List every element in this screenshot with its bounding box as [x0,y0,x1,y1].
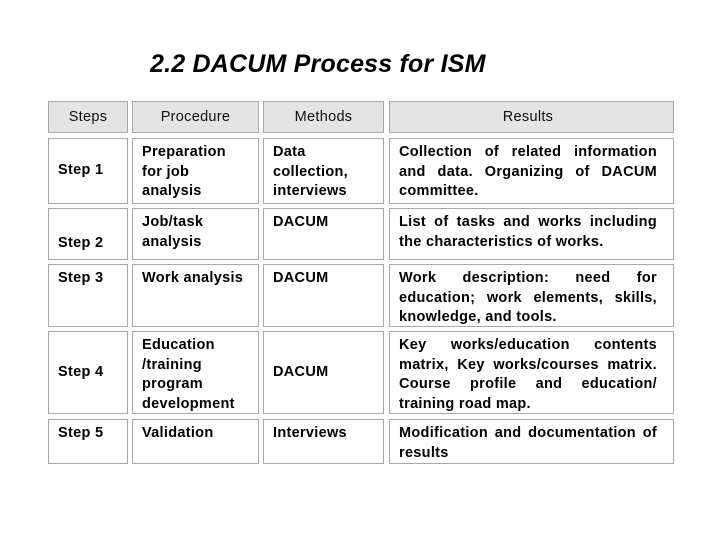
methods-cell: DACUM [263,208,384,260]
step-cell: Step 3 [48,264,128,327]
methods-cell: DACUM [263,331,384,414]
procedure-cell: Work analysis [132,264,259,327]
step-cell: Step 4 [48,331,128,414]
procedure-cell: Validation [132,419,259,464]
slide-title: 2.2 DACUM Process for ISM [150,50,486,78]
procedure-cell: Job/task analysis [132,208,259,260]
methods-label: DACUM [273,363,329,380]
header-procedure: Procedure [132,101,259,133]
procedure-cell: Education /training program development [132,331,259,414]
step-cell: Step 2 [48,208,128,260]
step-label: Step 4 [58,363,104,380]
results-cell: Key works/education contents matrix, Key… [389,331,674,414]
step-cell: Step 5 [48,419,128,464]
methods-cell: Interviews [263,419,384,464]
header-methods: Methods [263,101,384,133]
results-cell: Modification and documentation of result… [389,419,674,464]
step-label: Step 2 [58,234,104,251]
header-steps: Steps [48,101,128,133]
header-results: Results [389,101,674,133]
step-cell: Step 1 [48,138,128,204]
methods-cell: Data collection, interviews [263,138,384,204]
results-cell: List of tasks and works including the ch… [389,208,674,260]
step-label: Step 1 [58,162,104,179]
results-cell: Collection of related information and da… [389,138,674,204]
procedure-cell: Preparation for job analysis [132,138,259,204]
methods-cell: DACUM [263,264,384,327]
results-cell: Work description: need for education; wo… [389,264,674,327]
